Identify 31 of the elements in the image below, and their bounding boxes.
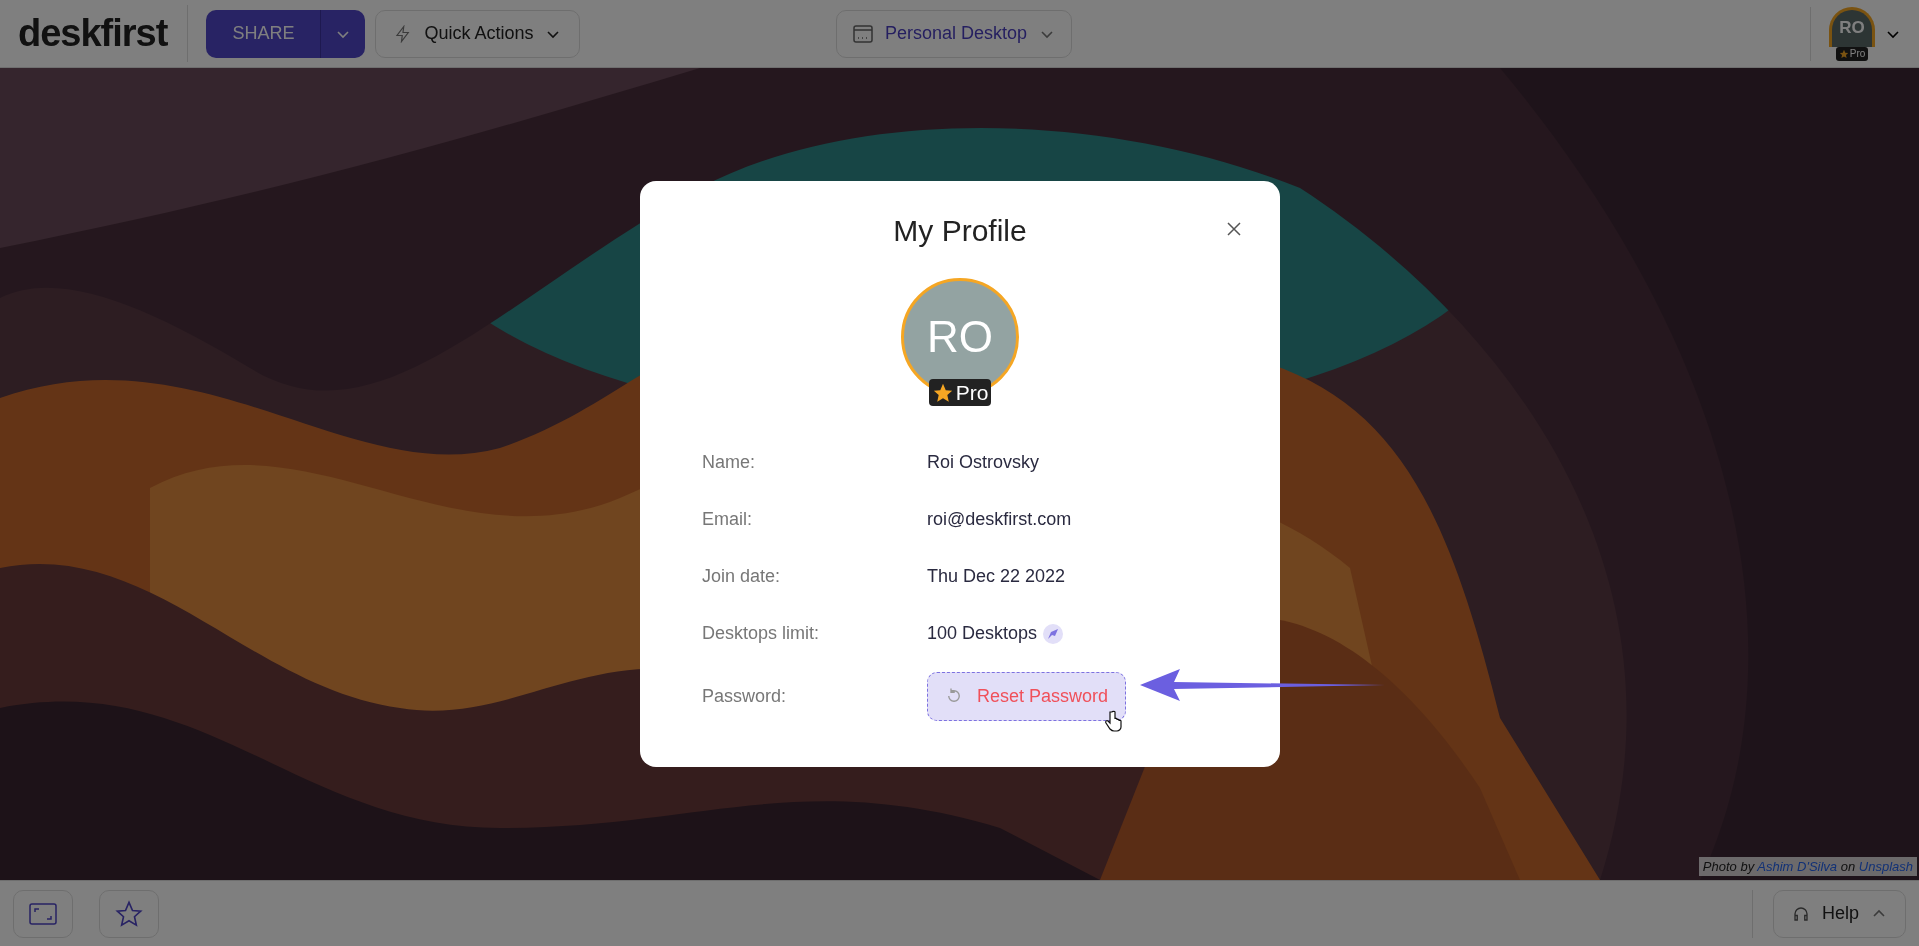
field-label: Password: (702, 684, 788, 708)
hand-cursor-icon (1105, 709, 1124, 732)
field-value: 100 Desktops (927, 622, 1038, 645)
source-link[interactable]: Unsplash (1858, 858, 1913, 874)
author-link[interactable]: Ashim D'Silva (1757, 858, 1838, 874)
fullscreen-button[interactable] (13, 889, 73, 938)
field-label: Desktops limit: (702, 622, 821, 645)
field-value: Thu Dec 22 2022 (927, 565, 1066, 588)
field-value: roi@deskfirst.com (927, 508, 1072, 531)
avatar-initials: RO (1839, 17, 1865, 40)
favorite-button[interactable] (99, 889, 159, 938)
star-icon (115, 899, 143, 928)
help-button[interactable]: Help (1772, 889, 1906, 938)
close-icon (1227, 222, 1241, 236)
field-label: Join date: (702, 565, 782, 588)
field-label: Email: (702, 508, 753, 531)
field-value: Roi Ostrovsky (927, 451, 1040, 474)
avatar-initials: RO (927, 311, 993, 363)
star-icon (1838, 48, 1849, 59)
headset-icon (1791, 904, 1810, 923)
frame-icon (29, 902, 57, 925)
logo[interactable]: deskfirst (18, 5, 189, 62)
window-icon (853, 24, 873, 43)
pro-badge: Pro (928, 379, 992, 406)
avatar[interactable]: RO (1829, 6, 1875, 47)
share-button[interactable]: SHARE (206, 9, 366, 58)
desktop-selector[interactable]: Personal Desktop (836, 9, 1073, 58)
field-label: Name: (702, 451, 756, 474)
refresh-icon (945, 687, 963, 705)
quick-actions-button[interactable]: Quick Actions (375, 9, 581, 58)
dialog-title: My Profile (893, 213, 1027, 249)
